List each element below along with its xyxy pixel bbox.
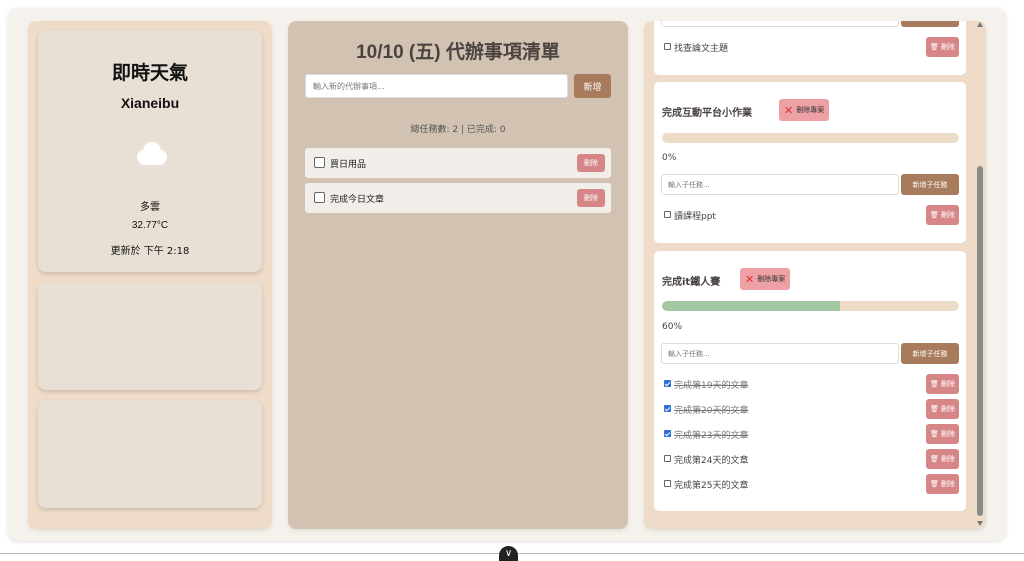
- subtask-checkbox[interactable]: [664, 405, 671, 412]
- delete-subtask-button[interactable]: 🗑 刪除: [926, 205, 959, 225]
- subtask-item: 完成第19天的文章 🗑 刪除: [664, 374, 959, 394]
- subtask-input[interactable]: [661, 174, 899, 195]
- todo-stats: 總任務數: 2 | 已完成: 0: [410, 125, 506, 135]
- left-column: 即時天氣 Xianeibu 多雲 32.77°C 更新於 下午 2:18: [28, 21, 272, 529]
- delete-project-label: 刪除專案: [757, 275, 786, 283]
- progress-bar: [662, 301, 959, 311]
- empty-card-2: [38, 400, 262, 508]
- add-todo-button[interactable]: 新增: [574, 74, 611, 98]
- new-todo-input[interactable]: [305, 74, 568, 98]
- subtask-label: 完成第25天的文章: [674, 481, 749, 491]
- delete-project-button[interactable]: ✕ 刪除專案: [740, 268, 791, 290]
- subtask-item: 找查論文主題 🗑 刪除: [664, 37, 959, 57]
- delete-todo-button[interactable]: 刪除: [577, 154, 605, 172]
- subtask-checkbox[interactable]: [664, 480, 671, 487]
- progress-percent: 60%: [662, 322, 683, 332]
- delete-subtask-button[interactable]: 🗑 刪除: [926, 449, 959, 469]
- weather-condition: 多雲: [140, 202, 160, 213]
- weather-card: 即時天氣 Xianeibu 多雲 32.77°C 更新於 下午 2:18: [38, 30, 262, 272]
- project-title: 完成it鐵人賽: [662, 277, 721, 288]
- project-card: 完成互動平台小作業 ✕ 刪除專案 0% 新增子任務 讀課程ppt 🗑 刪除: [654, 82, 966, 243]
- delete-subtask-button[interactable]: 🗑 刪除: [926, 37, 959, 57]
- project-card: 完成it鐵人賽 ✕ 刪除專案 60% 新增子任務 完成第19天的文章 🗑 刪除 …: [654, 251, 966, 511]
- todo-item: 買日用品 刪除: [305, 148, 611, 178]
- add-subtask-button[interactable]: 新增子任務: [901, 343, 959, 364]
- delete-subtask-button[interactable]: 🗑 刪除: [926, 474, 959, 494]
- subtask-label: 完成第19天的文章: [674, 381, 749, 391]
- add-subtask-button[interactable]: [901, 21, 959, 27]
- delete-project-label: 刪除專案: [796, 106, 825, 114]
- project-card: 找查論文主題 🗑 刪除: [654, 21, 966, 75]
- project-title: 完成互動平台小作業: [662, 108, 752, 119]
- delete-subtask-button[interactable]: 🗑 刪除: [926, 399, 959, 419]
- delete-todo-button[interactable]: 刪除: [577, 189, 605, 207]
- todo-checkbox[interactable]: [314, 192, 325, 203]
- subtask-checkbox[interactable]: [664, 430, 671, 437]
- todo-label: 買日用品: [330, 160, 367, 170]
- subtask-input[interactable]: [661, 343, 899, 364]
- todo-title: 10/10 (五) 代辦事項清單: [356, 42, 560, 63]
- subtask-input[interactable]: [661, 21, 899, 27]
- todo-checkbox[interactable]: [314, 157, 325, 168]
- add-subtask-button[interactable]: 新增子任務: [901, 174, 959, 195]
- subtask-label: 完成第20天的文章: [674, 406, 749, 416]
- subtask-checkbox[interactable]: [664, 455, 671, 462]
- subtask-checkbox[interactable]: [664, 380, 671, 387]
- delete-subtask-button[interactable]: 🗑 刪除: [926, 424, 959, 444]
- subtask-item: 完成第25天的文章 🗑 刪除: [664, 474, 959, 494]
- subtask-item: 完成第20天的文章 🗑 刪除: [664, 399, 959, 419]
- progress-fill: [662, 301, 841, 311]
- scroll-down-arrow-icon[interactable]: [977, 521, 983, 526]
- scroll-up-arrow-icon[interactable]: [977, 22, 983, 27]
- delete-project-button[interactable]: ✕ 刪除專案: [779, 99, 830, 121]
- subtask-label: 讀課程ppt: [674, 212, 716, 222]
- projects-column: 找查論文主題 🗑 刪除 完成互動平台小作業 ✕ 刪除專案 0% 新增子任務 讀課…: [644, 21, 986, 529]
- cloud-icon: [137, 142, 167, 165]
- progress-bar: [662, 133, 959, 143]
- subtask-item: 讀課程ppt 🗑 刪除: [664, 205, 959, 225]
- weather-temperature: 32.77°C: [131, 220, 169, 231]
- subtask-label: 完成第24天的文章: [674, 456, 749, 466]
- chevron-down-icon[interactable]: ∨: [499, 546, 518, 561]
- close-icon: ✕: [745, 272, 755, 286]
- todo-item: 完成今日文章 刪除: [305, 183, 611, 213]
- subtask-checkbox[interactable]: [664, 211, 671, 218]
- subtask-label: 找查論文主題: [674, 44, 729, 54]
- weather-title: 即時天氣: [111, 62, 188, 84]
- todo-column: 10/10 (五) 代辦事項清單 新增 總任務數: 2 | 已完成: 0 買日用…: [288, 21, 628, 529]
- todo-label: 完成今日文章: [330, 195, 385, 205]
- subtask-checkbox[interactable]: [664, 43, 671, 50]
- subtask-item: 完成第24天的文章 🗑 刪除: [664, 449, 959, 469]
- scrollbar-thumb[interactable]: [977, 166, 983, 516]
- weather-updated-time: 更新於 下午 2:18: [110, 246, 190, 257]
- subtask-label: 完成第23天的文章: [674, 431, 749, 441]
- weather-city: Xianeibu: [120, 95, 180, 111]
- subtask-item: 完成第23天的文章 🗑 刪除: [664, 424, 959, 444]
- progress-percent: 0%: [662, 153, 677, 163]
- empty-card-1: [38, 282, 262, 390]
- delete-subtask-button[interactable]: 🗑 刪除: [926, 374, 959, 394]
- close-icon: ✕: [784, 103, 794, 117]
